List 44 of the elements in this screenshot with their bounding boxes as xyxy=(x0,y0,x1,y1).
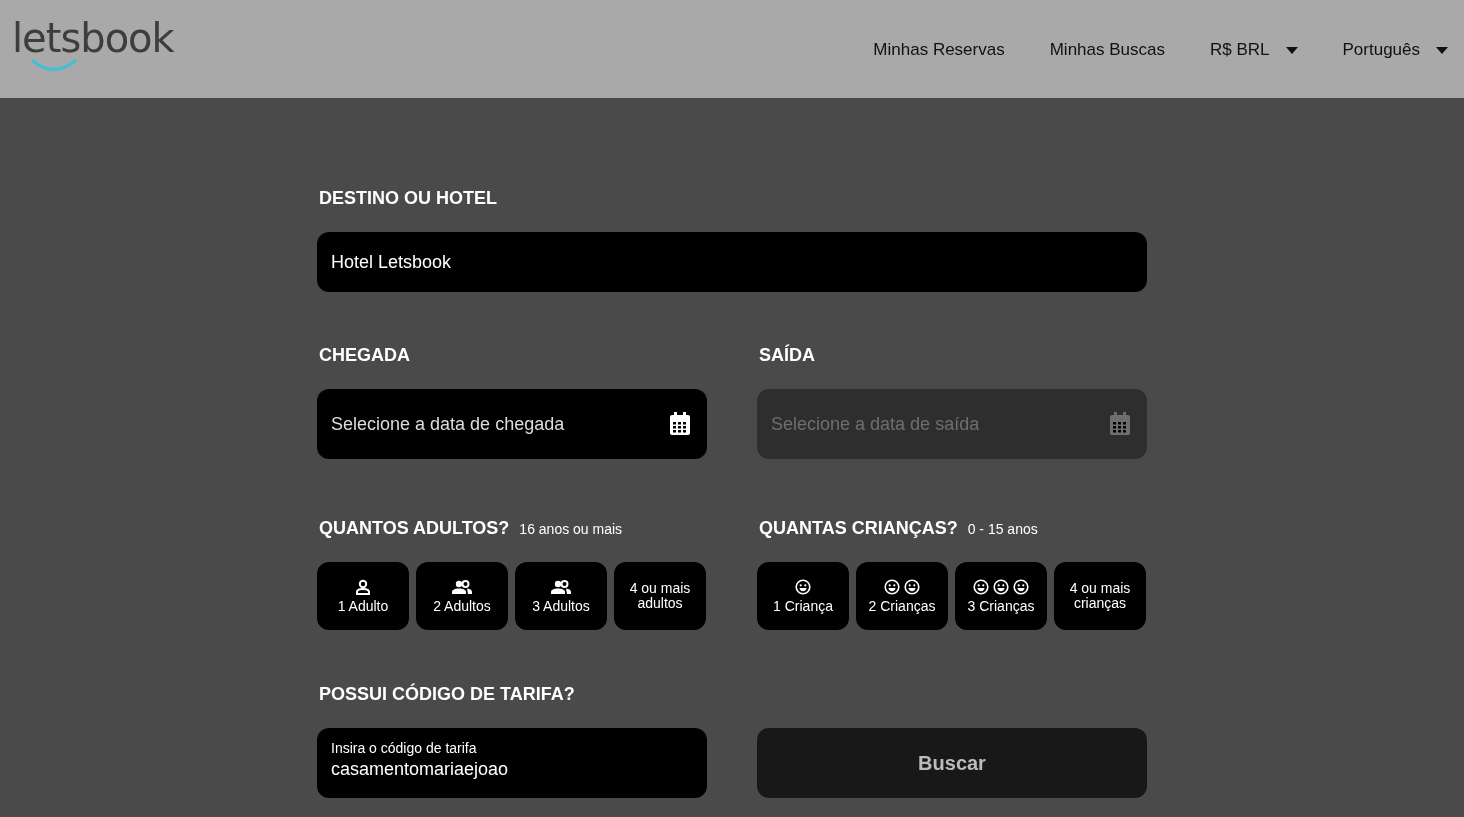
field-label: DESTINO OU HOTEL xyxy=(319,188,497,209)
smiley-icon xyxy=(993,578,1009,595)
dropdown-label: Português xyxy=(1342,40,1420,60)
guest-option[interactable]: 3 Adultos xyxy=(515,562,607,630)
field-label: POSSUI CÓDIGO DE TARIFA? xyxy=(319,684,575,705)
caret-icon xyxy=(1436,46,1448,54)
destination-field[interactable]: Hotel Letsbook xyxy=(317,232,1147,292)
people-icon xyxy=(551,578,571,595)
guest-option[interactable]: 4 ou mais adultos xyxy=(614,562,706,630)
smiley-icon xyxy=(884,578,900,595)
guest-option[interactable]: 4 ou mais crianças xyxy=(1054,562,1146,630)
field-hint: Insira o código de tarifa xyxy=(331,740,478,756)
field-label: CHEGADA xyxy=(319,345,410,366)
dropdown-label: R$ BRL xyxy=(1209,40,1270,60)
guest-option[interactable]: 2 Crianças xyxy=(856,562,948,630)
nav-link[interactable]: Minhas Buscas xyxy=(1049,40,1165,60)
guest-option[interactable]: 1 Adulto xyxy=(317,562,409,630)
guest-option[interactable]: 1 Criança xyxy=(757,562,849,630)
smiley-icon xyxy=(1013,578,1029,595)
smiley-icon xyxy=(904,578,920,595)
caret-icon xyxy=(1285,46,1298,54)
guest-option[interactable]: 2 Adultos xyxy=(416,562,508,630)
field-label: SAÍDA xyxy=(759,345,815,366)
nav-link[interactable]: Minhas Reservas xyxy=(873,40,1005,60)
smiley-icon xyxy=(795,578,811,595)
date-placeholder: Selecione a data de saída xyxy=(771,413,980,435)
guest-option[interactable]: 3 Crianças xyxy=(955,562,1047,630)
dropdown-menu[interactable]: R$ BRL xyxy=(1209,40,1298,60)
rate-code-field[interactable]: Insira o código de tarifa casamentomariaejoao xyxy=(317,728,707,798)
dropdown-menu[interactable]: Português xyxy=(1342,40,1448,60)
smile-logo-icon xyxy=(30,58,78,72)
smiley-icon xyxy=(973,578,989,595)
field-label: QUANTAS CRIANÇAS? xyxy=(759,518,958,539)
field-label: QUANTOS ADULTOS? xyxy=(319,518,510,539)
date-field[interactable]: Selecione a data de chegada xyxy=(317,389,707,459)
calendar-icon xyxy=(669,412,691,436)
calendar-icon xyxy=(1109,412,1131,436)
age-hint: 0 - 15 anos xyxy=(967,521,1038,537)
field-value: casamentomariaejoao xyxy=(331,759,510,780)
people-icon xyxy=(452,578,472,595)
date-placeholder: Selecione a data de chegada xyxy=(331,413,565,435)
logo-text[interactable]: letsbook xyxy=(12,18,174,58)
person-icon xyxy=(355,578,371,595)
age-hint: 16 anos ou mais xyxy=(519,521,623,537)
